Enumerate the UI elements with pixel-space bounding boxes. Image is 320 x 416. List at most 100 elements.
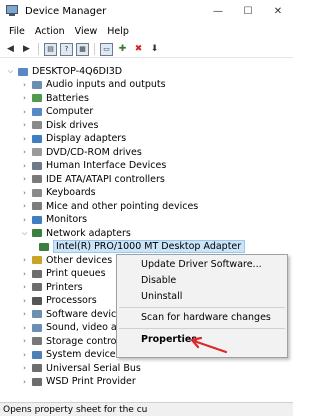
ide-controller-icon: [31, 174, 43, 184]
tree-item[interactable]: › Monitors: [20, 213, 87, 226]
menu-uninstall[interactable]: Uninstall: [141, 291, 182, 302]
collapse-chevron-icon[interactable]: ⌵: [6, 67, 15, 76]
expand-chevron-icon[interactable]: ›: [20, 310, 29, 318]
close-button[interactable]: ✕: [263, 0, 293, 22]
tree-item[interactable]: › Human Interface Devices: [20, 159, 166, 172]
expand-chevron-icon[interactable]: ›: [20, 364, 29, 372]
expand-chevron-icon[interactable]: ›: [20, 337, 29, 345]
tree-item[interactable]: › Sound, video and: [20, 321, 129, 334]
driver-icon[interactable]: ▦: [76, 42, 89, 56]
tree-item-label: Other devices: [46, 254, 113, 266]
expand-chevron-icon[interactable]: ›: [20, 162, 29, 170]
other-devices-icon: [31, 255, 43, 265]
status-text: Opens property sheet for the cu: [3, 404, 148, 415]
tree-item[interactable]: › WSD Print Provider: [20, 375, 136, 388]
menu-file[interactable]: File: [4, 26, 30, 37]
menu-help[interactable]: Help: [102, 26, 134, 37]
expand-chevron-icon[interactable]: ›: [20, 121, 29, 129]
expand-chevron-icon[interactable]: ›: [20, 94, 29, 102]
uninstall-icon[interactable]: ✖: [132, 43, 145, 56]
tree-root-label: DESKTOP-4Q6DI3D: [32, 66, 123, 77]
expand-chevron-icon[interactable]: ›: [20, 108, 29, 116]
menu-update-driver[interactable]: Update Driver Software...: [141, 259, 262, 270]
properties-icon[interactable]: ▤: [44, 42, 57, 56]
tree-item-label: Disk drives: [46, 119, 99, 131]
tree-item[interactable]: › Other devices: [20, 254, 112, 267]
printer-icon: [31, 282, 43, 292]
tree-child-item[interactable]: Intel(R) PRO/1000 MT Desktop Adapter: [36, 240, 246, 253]
expand-chevron-icon[interactable]: ›: [20, 135, 29, 143]
display-adapter-icon: [31, 134, 43, 144]
context-menu-separator: [119, 307, 285, 308]
minimize-button[interactable]: —: [203, 0, 233, 22]
maximize-button[interactable]: ☐: [233, 0, 263, 22]
expand-chevron-icon[interactable]: ›: [20, 189, 29, 197]
expand-chevron-icon[interactable]: ›: [20, 270, 29, 278]
usb-icon: [31, 363, 43, 373]
expand-chevron-icon[interactable]: ›: [20, 81, 29, 89]
system-device-icon: [31, 350, 43, 360]
tree-item-label: Audio inputs and outputs: [46, 79, 166, 90]
update-driver-icon[interactable]: ⬇: [148, 43, 161, 56]
tree-item-label: Monitors: [46, 214, 88, 225]
status-bar: Opens property sheet for the cu: [0, 402, 293, 416]
processor-icon: [31, 296, 43, 306]
menu-view[interactable]: View: [70, 26, 103, 37]
window-title: Device Manager: [25, 5, 107, 17]
expand-chevron-icon[interactable]: ›: [20, 297, 29, 305]
expand-chevron-icon[interactable]: ›: [20, 324, 29, 332]
tree-item[interactable]: › Audio inputs and outputs: [20, 78, 166, 91]
tree-item[interactable]: ⌵ Network adapters: [20, 227, 131, 240]
context-menu-separator: [119, 328, 285, 329]
expand-chevron-icon[interactable]: ›: [20, 283, 29, 291]
tree-item-label: DVD/CD-ROM drives: [46, 146, 142, 158]
tree-item[interactable]: › System devices: [20, 348, 121, 361]
tree-item[interactable]: › Display adapters: [20, 132, 126, 145]
menu-action[interactable]: Action: [30, 26, 70, 37]
tree-item[interactable]: › Batteries: [20, 92, 89, 105]
device-manager-icon: [5, 5, 19, 17]
keyboard-icon: [31, 188, 43, 198]
tree-root[interactable]: ⌵ DESKTOP-4Q6DI3D: [6, 65, 122, 78]
menu-bar: File Action View Help: [0, 22, 293, 41]
tree-item[interactable]: › Disk drives: [20, 119, 98, 132]
back-icon[interactable]: ◀: [4, 43, 17, 56]
toolbar-separator: [38, 43, 39, 55]
tree-item[interactable]: › Computer: [20, 105, 93, 118]
help-icon[interactable]: ?: [60, 42, 73, 56]
tree-item[interactable]: › Printers: [20, 281, 83, 294]
tree-item[interactable]: › Print queues: [20, 267, 106, 280]
monitor-icon: [31, 215, 43, 225]
tree-item[interactable]: › Software devices: [20, 308, 127, 321]
forward-icon[interactable]: ▶: [20, 43, 33, 56]
expand-chevron-icon[interactable]: ›: [20, 216, 29, 224]
tree-item-label: Print queues: [46, 268, 106, 279]
tree-item-label: Printers: [46, 281, 83, 293]
tree-item[interactable]: › Processors: [20, 294, 97, 307]
expand-chevron-icon[interactable]: ›: [20, 256, 29, 264]
menu-scan-hardware[interactable]: Scan for hardware changes: [141, 312, 271, 323]
collapse-chevron-icon[interactable]: ⌵: [20, 229, 29, 238]
add-device-icon[interactable]: ✚: [116, 43, 129, 56]
expand-chevron-icon[interactable]: ›: [20, 378, 29, 386]
expand-chevron-icon[interactable]: ›: [20, 351, 29, 359]
tree-item[interactable]: › DVD/CD-ROM drives: [20, 146, 142, 159]
sound-icon: [31, 323, 43, 333]
monitor-icon[interactable]: ▭: [100, 42, 113, 56]
tree-item[interactable]: › IDE ATA/ATAPI controllers: [20, 173, 165, 186]
expand-chevron-icon[interactable]: ›: [20, 202, 29, 210]
tree-item-label: Display adapters: [46, 133, 127, 144]
tree-item[interactable]: › Mice and other pointing devices: [20, 200, 198, 213]
expand-chevron-icon[interactable]: ›: [20, 175, 29, 183]
tree-item[interactable]: › Universal Serial Bus: [20, 362, 141, 375]
tree-item[interactable]: › Keyboards: [20, 186, 96, 199]
expand-chevron-icon[interactable]: ›: [20, 148, 29, 156]
storage-controller-icon: [31, 336, 43, 346]
computer-icon: [17, 67, 29, 77]
tree-item-label: Mice and other pointing devices: [46, 200, 199, 212]
menu-disable[interactable]: Disable: [141, 275, 176, 286]
tree-item-label: System devices: [46, 349, 121, 360]
annotation-arrow-icon: [190, 336, 228, 354]
speaker-icon: [31, 80, 43, 90]
tree-item-label: Universal Serial Bus: [46, 362, 141, 374]
